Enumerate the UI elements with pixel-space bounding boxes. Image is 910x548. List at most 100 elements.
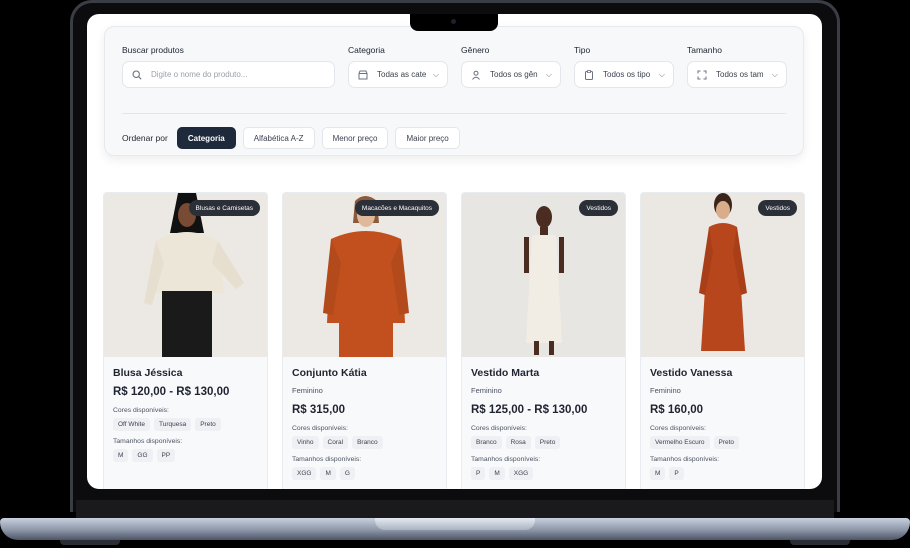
color-chips: Vinho Coral Branco xyxy=(292,436,437,449)
color-chips: Vermelho Escuro Preto xyxy=(650,436,795,449)
camera-icon xyxy=(451,19,456,24)
color-chip[interactable]: Turquesa xyxy=(153,418,192,431)
sort-button-menor-preco[interactable]: Menor preço xyxy=(321,127,389,149)
category-badge: Macacões e Macaquitos xyxy=(354,200,439,216)
sort-label: Ordenar por xyxy=(122,133,168,143)
colors-label: Cores disponíveis: xyxy=(113,407,169,414)
product-name: Blusa Jéssica xyxy=(113,367,183,379)
sort-button-categoria[interactable]: Categoria xyxy=(176,127,236,149)
filter-divider xyxy=(122,113,786,114)
category-group: Categoria Todas as cate ⌵ xyxy=(348,45,448,88)
product-name: Vestido Vanessa xyxy=(650,367,733,379)
sizes-label: Tamanhos disponíveis: xyxy=(650,456,720,463)
type-value: Todos os tipo xyxy=(603,70,651,79)
laptop-notch-groove xyxy=(375,518,535,530)
color-chip[interactable]: Coral xyxy=(322,436,349,449)
store-icon xyxy=(357,69,369,81)
product-price: R$ 315,00 xyxy=(292,404,346,416)
camera-notch xyxy=(410,14,498,31)
chevron-down-icon: ⌵ xyxy=(771,69,778,79)
color-chip[interactable]: Off White xyxy=(113,418,150,431)
product-card[interactable]: Vestidos Vestido Vanessa Feminino R$ 160… xyxy=(640,192,805,489)
search-group: Buscar produtos Digite o nome do produto… xyxy=(122,45,335,88)
color-chip[interactable]: Preto xyxy=(534,436,561,449)
size-chip[interactable]: P xyxy=(669,467,684,480)
color-chips: Branco Rosa Preto xyxy=(471,436,616,449)
color-chip[interactable]: Branco xyxy=(471,436,502,449)
color-chip[interactable]: Rosa xyxy=(505,436,531,449)
colors-label: Cores disponíveis: xyxy=(650,425,706,432)
product-price: R$ 120,00 - R$ 130,00 xyxy=(113,386,230,398)
filter-panel: Buscar produtos Digite o nome do produto… xyxy=(104,26,804,156)
category-badge: Vestidos xyxy=(579,200,618,216)
sort-row: Ordenar por Categoria Alfabética A-Z Men… xyxy=(122,127,460,149)
type-group: Tipo Todos os tipo ⌵ xyxy=(574,45,674,88)
size-chip[interactable]: M xyxy=(650,467,666,480)
category-badge: Blusas e Camisetas xyxy=(188,200,260,216)
category-label: Categoria xyxy=(348,45,385,55)
sizes-label: Tamanhos disponíveis: xyxy=(292,456,362,463)
color-chip[interactable]: Vermelho Escuro xyxy=(650,436,710,449)
size-chip[interactable]: M xyxy=(320,467,336,480)
product-price: R$ 160,00 xyxy=(650,404,704,416)
gender-select[interactable]: Todos os gên ⌵ xyxy=(461,61,561,88)
size-chip[interactable]: M xyxy=(489,467,505,480)
clipboard-icon xyxy=(583,69,595,81)
color-chip[interactable]: Branco xyxy=(352,436,383,449)
size-chip[interactable]: GG xyxy=(132,449,153,462)
product-card[interactable]: Vestidos Vestido Marta Feminino R$ 125,0… xyxy=(461,192,626,489)
size-group: Tamanho Todos os tam ⌵ xyxy=(687,45,787,88)
size-chip[interactable]: P xyxy=(471,467,486,480)
size-chips: XGG M G xyxy=(292,467,437,480)
product-card[interactable]: Macacões e Macaquitos Conjunto Kátia Fem… xyxy=(282,192,447,489)
size-chip[interactable]: XGG xyxy=(508,467,534,480)
sizes-label: Tamanhos disponíveis: xyxy=(113,438,183,445)
type-select[interactable]: Todos os tipo ⌵ xyxy=(574,61,674,88)
chevron-down-icon: ⌵ xyxy=(545,69,552,79)
chevron-down-icon: ⌵ xyxy=(658,69,665,79)
product-gender: Feminino xyxy=(471,386,502,395)
color-chips: Off White Turquesa Preto xyxy=(113,418,258,431)
size-select[interactable]: Todos os tam ⌵ xyxy=(687,61,787,88)
product-card[interactable]: Blusas e Camisetas Blusa Jéssica R$ 120,… xyxy=(103,192,268,489)
expand-icon xyxy=(696,69,708,81)
gender-value: Todos os gên xyxy=(490,70,538,79)
colors-label: Cores disponíveis: xyxy=(471,425,527,432)
size-label: Tamanho xyxy=(687,45,722,55)
size-chips: M GG PP xyxy=(113,449,258,462)
product-photo: Vestidos xyxy=(462,193,625,357)
product-photo: Vestidos xyxy=(641,193,804,357)
search-icon xyxy=(131,69,143,81)
category-select[interactable]: Todas as cate ⌵ xyxy=(348,61,448,88)
color-chip[interactable]: Preto xyxy=(713,436,740,449)
product-photo-image xyxy=(462,193,625,357)
color-chip[interactable]: Preto xyxy=(195,418,221,431)
size-chip[interactable]: PP xyxy=(156,449,176,462)
gender-group: Gênero Todos os gên ⌵ xyxy=(461,45,561,88)
user-icon xyxy=(470,69,482,81)
category-value: Todas as cate xyxy=(377,70,427,79)
laptop-base xyxy=(0,500,910,548)
product-gender: Feminino xyxy=(650,386,681,395)
sizes-label: Tamanhos disponíveis: xyxy=(471,456,541,463)
product-photo-image xyxy=(104,193,267,357)
product-name: Vestido Marta xyxy=(471,367,540,379)
size-chip[interactable]: XGG xyxy=(292,467,317,480)
product-photo-image xyxy=(283,193,446,357)
size-value: Todos os tam xyxy=(716,70,764,79)
size-chip[interactable]: M xyxy=(113,449,129,462)
search-label: Buscar produtos xyxy=(122,45,184,55)
product-photo: Blusas e Camisetas xyxy=(104,193,267,357)
colors-label: Cores disponíveis: xyxy=(292,425,348,432)
type-label: Tipo xyxy=(574,45,591,55)
laptop-hinge xyxy=(76,500,834,520)
color-chip[interactable]: Vinho xyxy=(292,436,319,449)
size-chips: P M XGG xyxy=(471,467,616,480)
search-input[interactable]: Digite o nome do produto... xyxy=(122,61,335,88)
sort-button-alfabetica[interactable]: Alfabética A-Z xyxy=(242,127,315,149)
sort-button-maior-preco[interactable]: Maior preço xyxy=(395,127,460,149)
laptop-foot xyxy=(790,540,850,545)
size-chip[interactable]: G xyxy=(339,467,355,480)
app-screen: Buscar produtos Digite o nome do produto… xyxy=(87,14,822,489)
product-photo-image xyxy=(641,193,804,357)
